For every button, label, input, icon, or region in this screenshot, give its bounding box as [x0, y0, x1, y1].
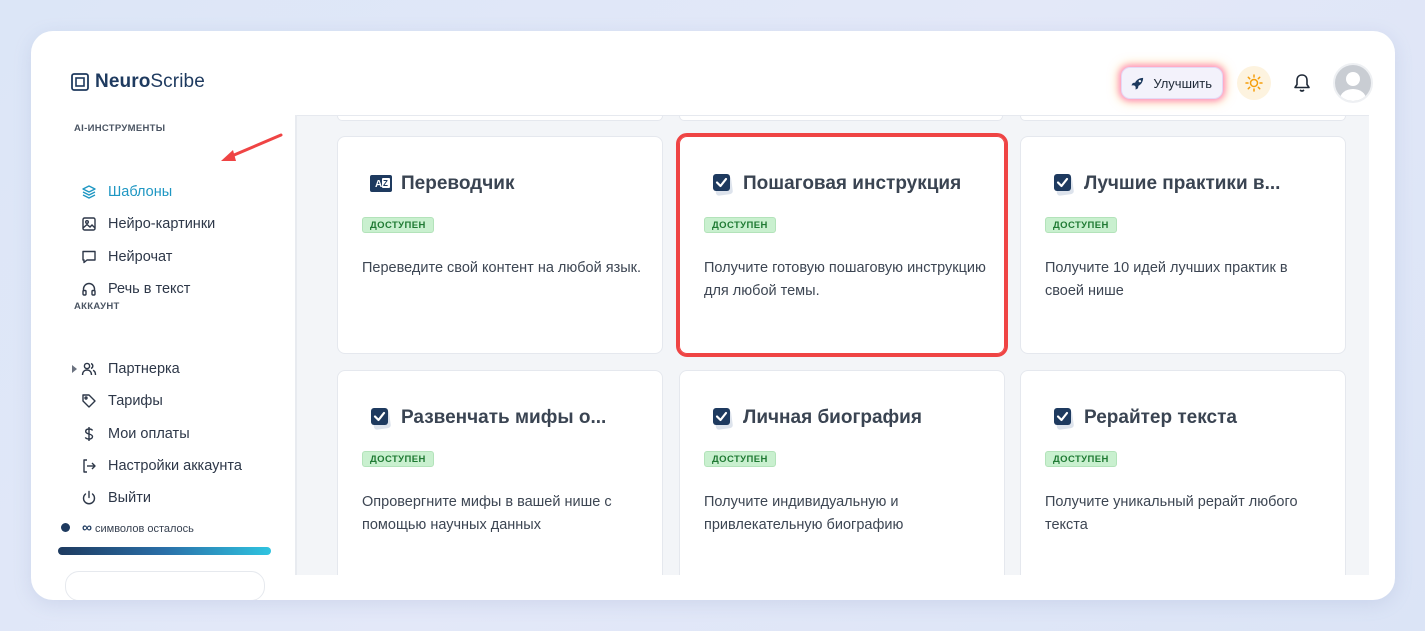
template-card-step-by-step[interactable]: Пошаговая инструкция ДОСТУПЕН Получите г… — [676, 133, 1008, 357]
sidebar-item-chat[interactable]: Нейрочат — [81, 246, 172, 268]
template-card-biography[interactable]: Личная биография ДОСТУПЕН Получите индив… — [679, 370, 1005, 575]
template-card-debunk-myths[interactable]: Развенчать мифы о... ДОСТУПЕН Опровергни… — [337, 370, 663, 575]
upgrade-button[interactable]: Улучшить — [1121, 67, 1223, 99]
templates-grid: A Z Переводчик ДОСТУПЕН Переведите свой … — [297, 116, 1369, 575]
expand-caret-icon[interactable] — [72, 365, 77, 373]
header-actions: Улучшить — [1121, 63, 1373, 103]
template-card-rewriter[interactable]: Рерайтер текста ДОСТУПЕН Получите уникал… — [1020, 370, 1346, 575]
status-badge: ДОСТУПЕН — [362, 451, 434, 467]
login-icon — [83, 459, 96, 473]
sidebar-item-label: Партнерка — [108, 361, 180, 377]
credits-label: символов осталось — [94, 523, 194, 535]
checkbox-icon — [713, 408, 733, 430]
chat-icon — [82, 250, 96, 264]
credits-progress-bar — [58, 547, 271, 555]
image-icon — [82, 217, 96, 231]
sidebar-item-label: Речь в текст — [108, 281, 191, 297]
sidebar-item-speech-to-text[interactable]: Речь в текст — [81, 278, 190, 300]
power-icon — [82, 490, 96, 505]
dollar-icon — [84, 427, 94, 441]
status-badge: ДОСТУПЕН — [1045, 217, 1117, 233]
sidebar-item-partner[interactable]: Партнерка — [72, 358, 180, 380]
avatar[interactable] — [1333, 63, 1373, 103]
card-title: Пошаговая инструкция — [743, 173, 962, 194]
svg-text:A: A — [375, 179, 382, 190]
template-card-translator[interactable]: A Z Переводчик ДОСТУПЕН Переведите свой … — [337, 136, 663, 354]
logo-icon — [71, 73, 89, 91]
card-title: Лучшие практики в... — [1084, 173, 1281, 194]
sidebar-item-templates[interactable]: Шаблоны — [81, 181, 172, 203]
theme-toggle-button[interactable] — [1237, 66, 1271, 100]
card-description: Получите 10 идей лучших практик в своей … — [1045, 260, 1288, 299]
credits-progress-fill — [58, 547, 271, 555]
sidebar-item-label: Нейрочат — [108, 249, 173, 265]
tag-icon — [82, 394, 96, 408]
card-title: Развенчать мифы о... — [401, 407, 607, 428]
card-description: Опровергните мифы в вашей нише с помощью… — [362, 494, 612, 533]
rocket-icon — [1131, 77, 1144, 90]
headphones-icon — [82, 282, 96, 296]
checkbox-icon — [1054, 174, 1074, 196]
card-description: Получите готовую пошаговую инструкцию дл… — [704, 260, 986, 299]
annotation-arrow-icon — [221, 133, 283, 161]
users-icon — [81, 362, 97, 376]
status-badge: ДОСТУПЕН — [704, 217, 776, 233]
card-description: Получите индивидуальную и привлекательну… — [704, 494, 904, 533]
status-badge: ДОСТУПЕН — [362, 217, 434, 233]
app-window: NeuroScribe Улучшить AI-ИНСТРУМЕНТЫ Шабл… — [31, 31, 1395, 600]
status-badge: ДОСТУПЕН — [1045, 451, 1117, 467]
card-title: Личная биография — [743, 407, 922, 428]
credits-symbol: ∞ — [82, 519, 92, 535]
sidebar-item-logout[interactable]: Выйти — [81, 487, 151, 509]
card-stub — [337, 116, 663, 121]
section-title-account: АККАУНТ — [74, 301, 120, 312]
sidebar-item-tariffs[interactable]: Тарифы — [81, 390, 163, 412]
sidebar-bottom-button[interactable] — [65, 571, 265, 600]
sidebar-item-payments[interactable]: Мои оплаты — [81, 423, 190, 445]
sidebar-item-label: Настройки аккаунта — [108, 458, 242, 474]
svg-text:Z: Z — [383, 179, 388, 188]
section-title-ai: AI-ИНСТРУМЕНТЫ — [74, 123, 166, 134]
credits-remaining: ∞ символов осталось — [61, 519, 194, 535]
user-avatar-icon — [1340, 72, 1366, 101]
card-stub — [1020, 116, 1346, 121]
sidebar-item-label: Шаблоны — [108, 184, 173, 200]
upgrade-label: Улучшить — [1153, 75, 1212, 91]
logo[interactable]: NeuroScribe — [71, 71, 205, 93]
sun-icon — [1245, 74, 1263, 92]
checkbox-icon — [1054, 408, 1074, 430]
sidebar-item-label: Тарифы — [108, 393, 163, 409]
card-description: Переведите свой контент на любой язык. — [362, 260, 642, 276]
checkbox-icon — [371, 408, 391, 430]
checkbox-icon — [713, 174, 733, 196]
card-title: Переводчик — [401, 173, 515, 194]
layers-icon — [82, 185, 96, 199]
notifications-button[interactable] — [1285, 66, 1319, 100]
sidebar-item-label: Мои оплаты — [108, 426, 190, 442]
sidebar-item-images[interactable]: Нейро-картинки — [81, 213, 215, 235]
card-description: Получите уникальный рерайт любого текста — [1045, 494, 1298, 533]
template-card-best-practices[interactable]: Лучшие практики в... ДОСТУПЕН Получите 1… — [1020, 136, 1346, 354]
translate-icon: A Z — [370, 175, 392, 192]
sidebar-item-account-settings[interactable]: Настройки аккаунта — [81, 455, 242, 477]
bell-icon — [1294, 74, 1310, 92]
logo-text: NeuroScribe — [95, 71, 205, 92]
card-stub — [679, 116, 1003, 121]
status-badge: ДОСТУПЕН — [704, 451, 776, 467]
sidebar-item-label: Нейро-картинки — [108, 216, 216, 232]
card-title: Рерайтер текста — [1084, 407, 1237, 428]
status-dot — [61, 522, 70, 532]
sidebar-item-label: Выйти — [108, 490, 151, 506]
